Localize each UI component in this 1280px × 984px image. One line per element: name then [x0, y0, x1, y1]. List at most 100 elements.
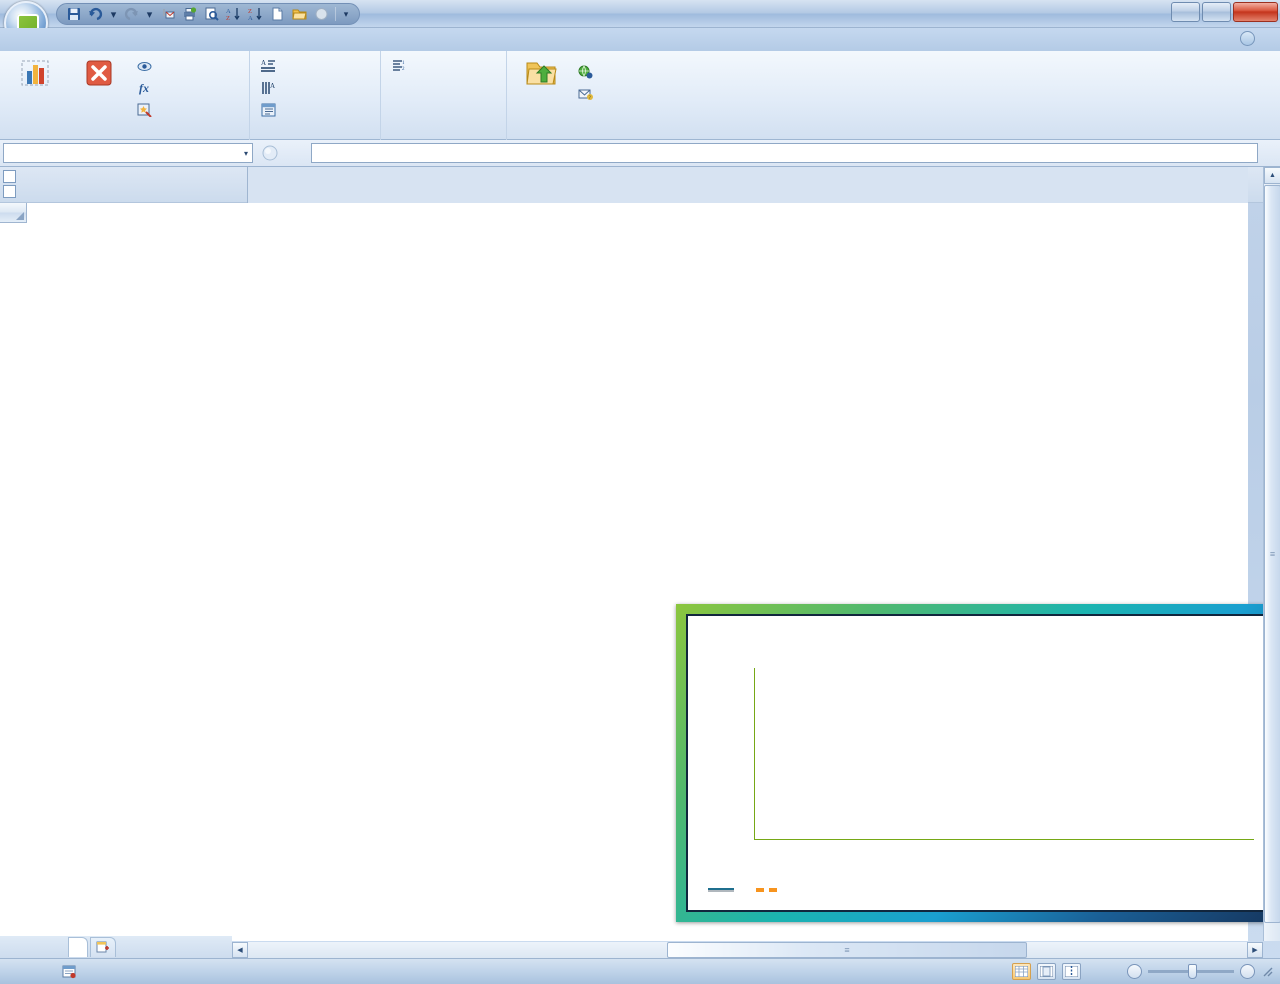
email-question-button[interactable]: ? [573, 84, 602, 104]
print-preview-icon[interactable] [203, 6, 220, 23]
qat-separator [335, 7, 336, 21]
resize-grip[interactable] [1260, 964, 1273, 977]
undo-icon[interactable] [87, 6, 104, 23]
svg-text:2: 2 [402, 67, 405, 72]
column-header-button[interactable]: A [256, 78, 285, 98]
svg-text:A: A [261, 59, 266, 67]
excel-window: ▾ ▾ AZ ZA ▾ fx A A 1 2 ? ▾ ▲ ≡ ◀ ≡ ▶ [0, 0, 1280, 984]
fx-icon: fx [139, 80, 149, 95]
page-layout-view-button[interactable] [1037, 963, 1056, 980]
legend-swatch-2014 [756, 888, 782, 892]
red-x-icon [82, 56, 116, 90]
expand-formula-bar-icon[interactable] [1261, 143, 1277, 163]
chart-object-europe[interactable] [676, 604, 1280, 922]
folder-help-icon [524, 56, 558, 90]
insert-worksheet-button[interactable] [90, 937, 116, 957]
next-sheet-button[interactable] [36, 939, 50, 955]
open-icon[interactable] [291, 6, 308, 23]
email-question-icon: ? [577, 86, 593, 102]
save-icon[interactable] [65, 6, 82, 23]
horizontal-scrollbar[interactable]: ◀ ▶ [232, 942, 1263, 958]
connect-button[interactable] [8, 54, 66, 92]
last-sheet-button[interactable] [52, 939, 66, 955]
redo-icon[interactable] [123, 6, 140, 23]
disconnect-button[interactable] [70, 54, 128, 92]
ribbon-group-grouping: 12 [380, 51, 506, 140]
formula-bar-buttons [256, 143, 308, 163]
vertical-scrollbar[interactable]: ▲ [1263, 167, 1280, 941]
first-sheet-button[interactable] [4, 939, 18, 955]
row-header-icon: A [260, 58, 276, 74]
restore-button[interactable] [1202, 2, 1231, 22]
vertical-scroll-thumb[interactable] [1264, 185, 1280, 923]
status-right-controls [1012, 963, 1274, 980]
ribbon-group-ritchviewer: fx [2, 51, 249, 140]
sort-ascending-icon[interactable]: AZ [225, 6, 242, 23]
undo-dropdown-icon[interactable]: ▾ [109, 6, 118, 23]
zoom-slider[interactable] [1148, 964, 1234, 979]
page-break-preview-button[interactable] [1062, 963, 1081, 980]
manage-grouping-button[interactable]: 12 [387, 56, 416, 76]
chart-legend [708, 888, 788, 892]
zoom-out-button[interactable] [1127, 964, 1142, 979]
svg-text:A: A [248, 15, 253, 21]
outline-spacer [248, 167, 1248, 203]
ribbon: fx A A 1 2 ? [0, 51, 1280, 140]
email-icon[interactable] [159, 6, 176, 23]
outline-level-1-button[interactable] [3, 170, 16, 183]
zoom-slider-handle[interactable] [1188, 964, 1197, 979]
scroll-left-button[interactable]: ◀ [232, 942, 248, 958]
redo-dropdown-icon[interactable]: ▾ [145, 6, 154, 23]
sheet-tab-load-factors[interactable] [68, 937, 88, 957]
outline-level-2-button[interactable] [3, 185, 16, 198]
title-bar: ▾ ▾ AZ ZA ▾ [0, 0, 1280, 45]
show-hide-hidden-button[interactable] [132, 56, 161, 76]
outline-divider [247, 167, 248, 203]
quick-print-icon[interactable] [181, 6, 198, 23]
ribbon-tab-bar [0, 28, 1280, 51]
minimize-button[interactable] [1171, 2, 1200, 22]
cancel-edit-icon[interactable] [258, 143, 282, 163]
chart-plot-area-card [686, 614, 1270, 912]
zoom-in-button[interactable] [1240, 964, 1255, 979]
ribbon-groups: fx A A 1 2 ? [0, 51, 1280, 140]
eye-icon [136, 58, 152, 74]
ribbon-group-setheaders: A A [249, 51, 380, 140]
horizontal-scroll-thumb[interactable] [667, 942, 1027, 958]
ribbon-tab-right-controls [1240, 31, 1276, 46]
row-header-button[interactable]: A [256, 56, 285, 76]
scroll-right-button[interactable]: ▶ [1247, 942, 1263, 958]
chart-plot [754, 668, 1254, 840]
record-macro-icon[interactable] [62, 965, 77, 979]
formula-input[interactable] [311, 143, 1258, 163]
scroll-up-button[interactable]: ▲ [1264, 167, 1280, 184]
sort-descending-icon[interactable]: ZA [247, 6, 264, 23]
select-all-corner[interactable] [0, 203, 27, 223]
spelling-icon[interactable] [313, 6, 330, 23]
name-box[interactable]: ▾ [3, 143, 253, 163]
new-icon[interactable] [269, 6, 286, 23]
ribbon-group-utilities: ? [506, 51, 671, 140]
name-box-dropdown-icon[interactable]: ▾ [244, 149, 248, 158]
customize-qat-icon[interactable]: ▾ [341, 6, 351, 23]
help-icon[interactable] [1240, 31, 1255, 46]
svg-text:A: A [270, 82, 275, 90]
close-button[interactable] [1233, 2, 1278, 22]
help-online-button[interactable] [573, 62, 602, 82]
normal-view-button[interactable] [1012, 963, 1031, 980]
legend-item-2014 [756, 888, 788, 892]
manage-headers-button[interactable] [256, 100, 285, 120]
chart-bars-icon [20, 56, 54, 90]
svg-text:1: 1 [402, 61, 405, 66]
insert-function-icon[interactable] [282, 143, 306, 163]
formula-bar: ▾ [0, 140, 1280, 167]
svg-text:Z: Z [226, 15, 230, 21]
statistics-button[interactable]: fx [132, 78, 161, 98]
previous-sheet-button[interactable] [20, 939, 34, 955]
sheet-table [0, 203, 27, 223]
column-header-icon: A [260, 80, 276, 96]
column-headers [0, 203, 27, 223]
help-samples-button[interactable] [513, 54, 569, 92]
favourites-button[interactable] [132, 100, 161, 120]
svg-text:A: A [226, 8, 231, 15]
